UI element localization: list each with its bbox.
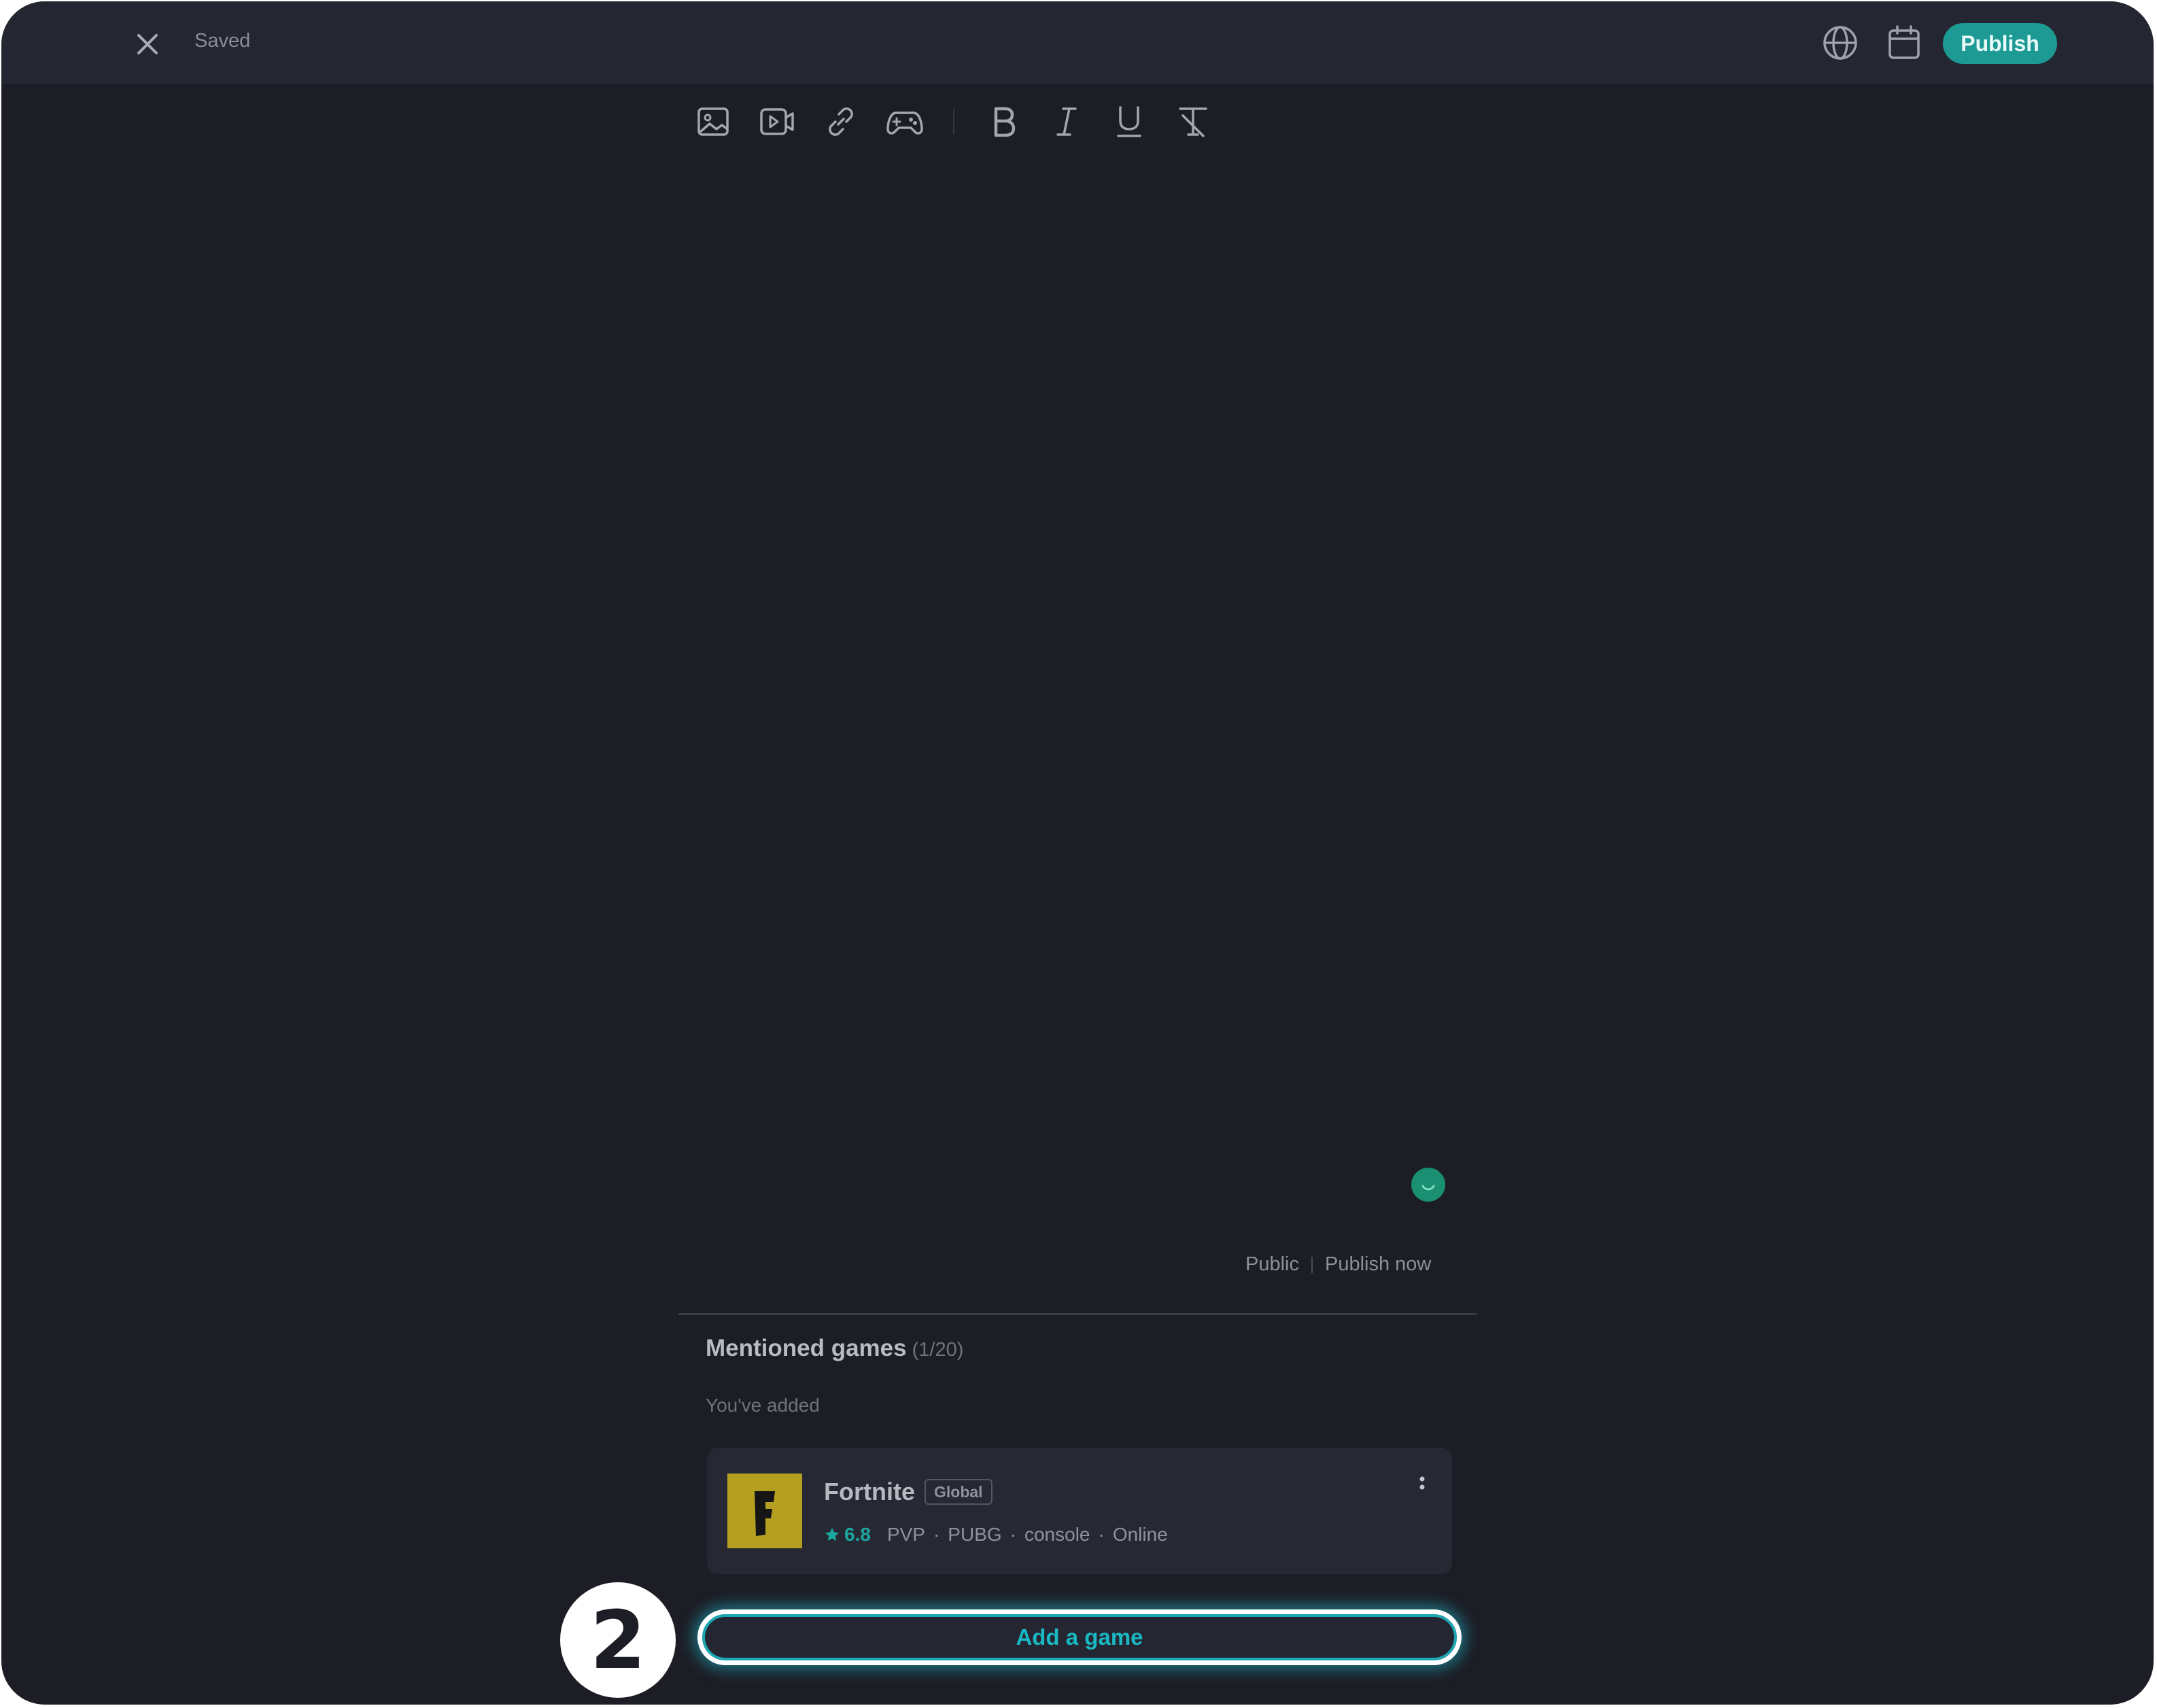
game-meta: 6.8 PVP · PUBG · console · Online (824, 1524, 1168, 1546)
game-tag: PUBG (948, 1524, 1002, 1545)
mentioned-games-title: Mentioned games (706, 1335, 907, 1361)
game-card[interactable]: F Fortnite Global 6.8 PVP · PUBG · conso… (707, 1448, 1452, 1574)
game-tag: PVP (886, 1524, 925, 1545)
save-status: Saved (194, 30, 251, 52)
clear-format-icon[interactable] (1173, 102, 1213, 141)
calendar-icon[interactable] (1884, 23, 1924, 63)
publish-button[interactable]: Publish (1943, 23, 2057, 64)
editor-window: Saved Publish Public Publish now Mention… (1, 1, 2154, 1705)
game-tag: console (1024, 1524, 1090, 1545)
close-icon[interactable] (131, 27, 165, 61)
tag-separator: · (1010, 1524, 1016, 1545)
bold-icon[interactable] (984, 102, 1024, 141)
game-logo: F (727, 1474, 802, 1548)
video-icon[interactable] (757, 102, 797, 141)
game-rating: 6.8 (824, 1524, 871, 1546)
rating-value: 6.8 (844, 1524, 871, 1545)
image-icon[interactable] (693, 102, 733, 141)
top-bar: Saved Publish (1, 1, 2154, 84)
star-icon (825, 1528, 839, 1541)
underline-icon[interactable] (1109, 102, 1149, 141)
toolbar-divider (953, 109, 954, 135)
globe-icon[interactable] (1820, 23, 1860, 63)
publish-options: Public Publish now (1245, 1253, 1449, 1276)
loading-spinner-icon (1411, 1168, 1445, 1202)
editor-body[interactable] (681, 164, 1477, 1211)
added-games-label: You've added (706, 1395, 820, 1416)
gamepad-icon[interactable] (885, 102, 925, 141)
italic-icon[interactable] (1047, 102, 1086, 141)
link-icon[interactable] (821, 102, 861, 141)
more-options-icon[interactable] (1414, 1472, 1430, 1502)
game-tag: Online (1112, 1524, 1168, 1545)
mentioned-games-count: (1/20) (912, 1339, 964, 1361)
step-number-badge: 2 (560, 1582, 676, 1698)
add-game-button[interactable]: Add a game (697, 1609, 1462, 1665)
tag-separator: · (933, 1524, 940, 1545)
region-badge: Global (925, 1479, 993, 1505)
mentioned-games-heading: Mentioned games (1/20) (706, 1335, 963, 1362)
schedule-option[interactable]: Publish now (1325, 1253, 1431, 1276)
visibility-option[interactable]: Public (1245, 1253, 1299, 1276)
divider (1311, 1256, 1313, 1273)
tag-separator: · (1098, 1524, 1105, 1545)
game-name: Fortnite (824, 1478, 915, 1505)
section-divider (678, 1313, 1477, 1315)
